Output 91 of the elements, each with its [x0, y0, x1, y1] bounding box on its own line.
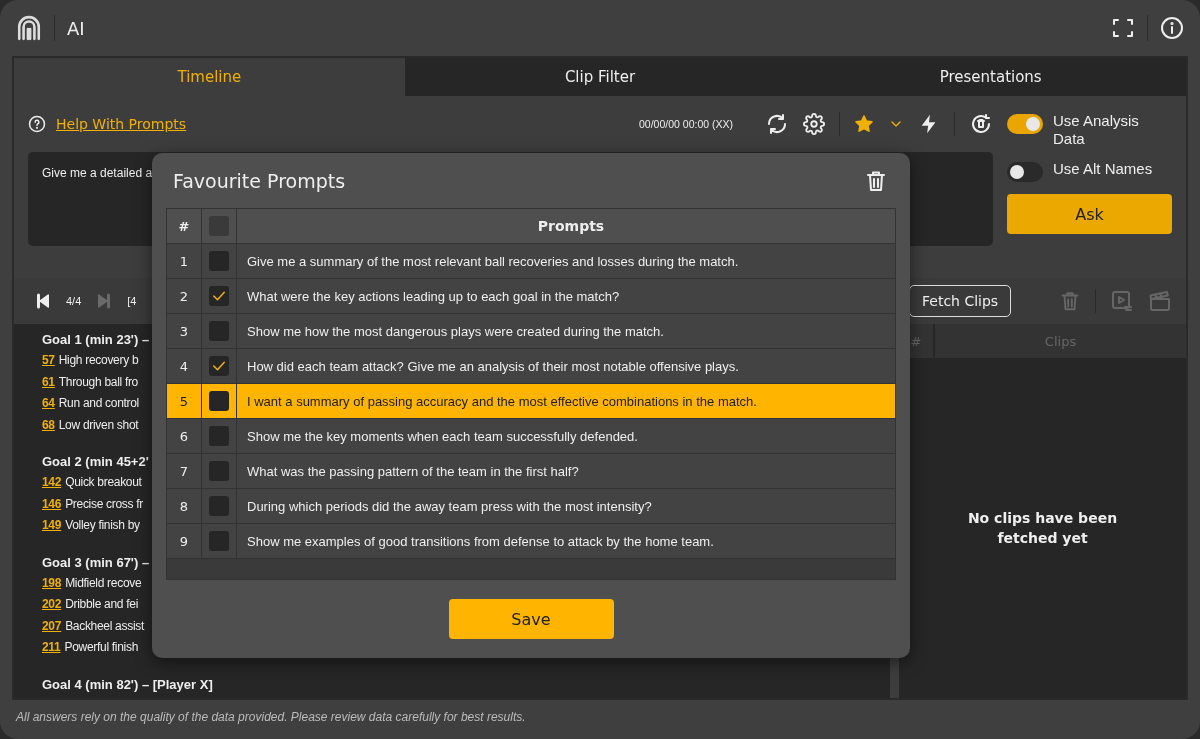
- event-text: Low driven shot: [58, 416, 139, 434]
- checkbox[interactable]: [209, 356, 229, 376]
- frame-link[interactable]: 61: [42, 371, 55, 393]
- checkbox[interactable]: [209, 391, 229, 411]
- event-text: Powerful finish: [64, 639, 138, 656]
- disclaimer-text: All answers rely on the quality of the data provided. Please review data carefully for best results.: [14, 709, 527, 726]
- row-number: 6: [167, 419, 202, 453]
- checkbox[interactable]: [209, 321, 229, 341]
- frame-link[interactable]: 142: [42, 472, 62, 494]
- prompt-text: During which periods did the away team press with the most intensity?: [246, 497, 653, 516]
- prompt-text: Show me the key moments when each team successfully defended.: [246, 427, 639, 446]
- tab[interactable]: Clip Filter: [404, 58, 796, 96]
- settings-icon[interactable]: [803, 113, 825, 135]
- event-text: Run and control: [58, 395, 139, 412]
- row-number: 1: [167, 244, 202, 278]
- tab[interactable]: Presentations: [795, 58, 1186, 96]
- frame-link[interactable]: 202: [42, 594, 62, 616]
- frame-link[interactable]: 207: [42, 615, 62, 637]
- frame-link[interactable]: 64: [42, 393, 55, 415]
- prompt-text: Give me a summary of the most relevant ball recoveries and losses during the match.: [246, 252, 740, 271]
- frame-link[interactable]: 211: [42, 637, 61, 659]
- frame-link[interactable]: 149: [42, 515, 62, 537]
- range-text: [4: [127, 295, 137, 307]
- toggle-switch[interactable]: [1007, 114, 1043, 134]
- event-text: Precise cross fr: [65, 495, 143, 513]
- empty-message: No clips have been fetched yet: [966, 509, 1119, 548]
- frame-link[interactable]: 198: [42, 572, 62, 594]
- checkbox[interactable]: [209, 461, 229, 481]
- star-icon[interactable]: [854, 114, 874, 134]
- event-text: Backheel assist: [65, 617, 144, 635]
- tab[interactable]: Timeline: [14, 58, 405, 96]
- checkbox[interactable]: [209, 286, 229, 306]
- goal-heading: Goal 2 (min 45+2': [42, 454, 149, 469]
- frame-link[interactable]: 146: [42, 493, 62, 515]
- prompt-text: Show me how the most dangerous plays were created during the match.: [246, 322, 665, 341]
- table-row[interactable]: 9 Show me examples of good transitions from defense to attack by the home team.: [167, 524, 895, 559]
- app-title: AI: [67, 17, 85, 39]
- row-number: 7: [167, 454, 202, 488]
- column-header: Prompts: [536, 217, 606, 236]
- table-row[interactable]: 1 Give me a summary of the most relevant ball recoveries and losses during the match.: [167, 244, 895, 279]
- checkbox[interactable]: [209, 251, 229, 271]
- event-text: Quick breakout: [65, 474, 142, 491]
- help-icon[interactable]: [28, 115, 46, 133]
- table-row[interactable]: 4 How did each team attack? Give me an analysis of their most notable offensive plays.: [167, 349, 895, 384]
- prompt-text: What were the key actions leading up to each goal in the match?: [246, 287, 621, 306]
- prompt-text: How did each team attack? Give me an analysis of their most notable offensive plays.: [246, 357, 740, 376]
- page-counter: 4/4: [66, 295, 82, 307]
- goal-heading: Goal 4 (min 82') – [Player X]: [42, 676, 213, 692]
- goal-heading: Goal 1 (min 23') –: [42, 332, 150, 347]
- ask-button[interactable]: Ask: [1007, 194, 1172, 234]
- dialog-title: Favourite Prompts: [173, 169, 346, 192]
- save-button[interactable]: Save: [448, 599, 614, 639]
- clear-history-icon[interactable]: [969, 112, 993, 136]
- checkbox[interactable]: [209, 426, 229, 446]
- event-text: Midfield recove: [65, 574, 142, 592]
- arch-logo-icon: [16, 15, 42, 41]
- prompt-text: Give me a detailed a: [42, 166, 153, 180]
- checkbox[interactable]: [209, 531, 229, 551]
- toggle-label: Use Analysis Data: [1053, 112, 1140, 148]
- event-text: Through ball fro: [58, 373, 138, 391]
- row-number: 2: [167, 279, 202, 313]
- table-row[interactable]: 2 What were the key actions leading up to each goal in the match?: [167, 279, 895, 314]
- toggle-label: Use Alt Names: [1053, 160, 1153, 178]
- row-number: 3: [167, 314, 202, 348]
- row-number: 9: [167, 524, 202, 558]
- prompt-text: What was the passing pattern of the team in the first half?: [246, 462, 580, 481]
- skip-back-icon[interactable]: [34, 292, 52, 310]
- frame-link[interactable]: 68: [42, 414, 55, 436]
- row-number: 4: [167, 349, 202, 383]
- table-row[interactable]: 7 What was the passing pattern of the team in the first half?: [167, 454, 895, 489]
- event-text: Dribble and fei: [65, 596, 138, 613]
- frame-link[interactable]: 57: [42, 350, 55, 372]
- info-icon[interactable]: [1160, 16, 1184, 40]
- column-header: #: [167, 209, 202, 243]
- timestamp: 00/00/00 00:00 (XX): [639, 118, 733, 130]
- row-number: 8: [167, 489, 202, 523]
- table-row[interactable]: 3 Show me how the most dangerous plays were created during the match.: [167, 314, 895, 349]
- refresh-icon[interactable]: [765, 112, 789, 136]
- row-number: 5: [167, 384, 202, 418]
- table-row[interactable]: 5 I want a summary of passing accuracy and the most effective combinations in the match.: [167, 384, 895, 419]
- help-link[interactable]: Help With Prompts: [56, 116, 187, 132]
- event-text: High recovery b: [58, 352, 139, 369]
- table-row[interactable]: 8 During which periods did the away team press with the most intensity?: [167, 489, 895, 524]
- goal-heading: Goal 3 (min 67') –: [42, 554, 150, 570]
- prompt-text: I want a summary of passing accuracy and the most effective combinations in the match.: [246, 392, 758, 411]
- checkbox[interactable]: [209, 496, 229, 516]
- table-row[interactable]: 6 Show me the key moments when each team successfully defended.: [167, 419, 895, 454]
- toggle-switch[interactable]: [1007, 162, 1043, 182]
- event-text: Volley finish by: [65, 517, 140, 534]
- prompt-text: Show me examples of good transitions from defense to attack by the home team.: [246, 532, 715, 551]
- fullscreen-icon[interactable]: [1111, 16, 1135, 40]
